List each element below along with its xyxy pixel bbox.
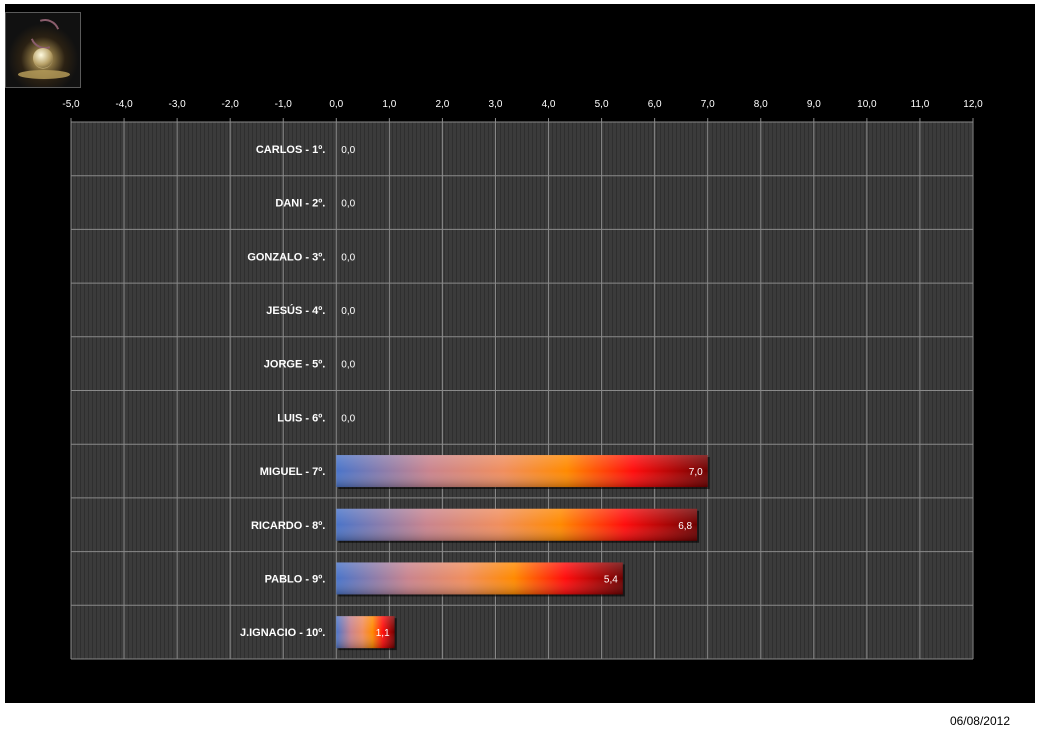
x-tick-label: 10,0 <box>857 99 877 110</box>
value-label: 5,4 <box>604 574 618 585</box>
category-label: GONZALO - 3º. <box>247 251 325 263</box>
value-label: 7,0 <box>689 467 703 478</box>
bar-highlight <box>336 562 623 595</box>
value-label: 1,1 <box>376 628 390 639</box>
x-tick-label: 3,0 <box>489 99 503 110</box>
x-tick-label: 11,0 <box>911 99 930 110</box>
x-tick-label: 7,0 <box>701 99 715 110</box>
x-tick-label: 8,0 <box>754 99 768 110</box>
value-label: 0,0 <box>341 252 355 263</box>
value-label: 0,0 <box>341 360 355 371</box>
bar-highlight <box>336 508 698 541</box>
bar-chart: -5,0 -4,0 -3,0 -2,0 -1,0 0,0 1,0 2,0 3,0 4,0 5,0 6,… <box>62 99 983 660</box>
category-label: CARLOS - 1º. <box>256 144 325 156</box>
value-label: 0,0 <box>341 306 355 317</box>
category-label: LUIS - 6º. <box>277 412 325 424</box>
x-tick-label: -4,0 <box>115 99 133 110</box>
category-label: MIGUEL - 7º. <box>260 466 326 478</box>
category-label: J.IGNACIO - 10º. <box>240 627 325 639</box>
value-label: 0,0 <box>341 413 355 424</box>
x-tick-label: 6,0 <box>648 99 662 110</box>
value-label: 0,0 <box>341 199 355 210</box>
category-label: DANI - 2º. <box>275 198 325 210</box>
value-label: 0,0 <box>341 145 355 156</box>
category-label: RICARDO - 8º. <box>251 520 325 532</box>
x-tick-label: 4,0 <box>542 99 556 110</box>
x-tick-label: -3,0 <box>169 99 187 110</box>
x-tick-label: -1,0 <box>275 99 293 110</box>
x-tick-label: -2,0 <box>222 99 240 110</box>
x-tick-label: 9,0 <box>807 99 821 110</box>
bar-highlight <box>336 455 708 488</box>
x-tick-label: 1,0 <box>382 99 396 110</box>
category-label: JESÚS - 4º. <box>266 304 325 317</box>
value-label: 6,8 <box>678 521 692 532</box>
x-tick-label: 0,0 <box>329 99 343 110</box>
category-label: PABLO - 9º. <box>265 573 326 585</box>
date-footer: 06/08/2012 <box>949 714 1010 728</box>
x-tick-label: -5,0 <box>62 99 80 110</box>
category-label: JORGE - 5º. <box>264 359 325 371</box>
x-tick-label: 5,0 <box>595 99 609 110</box>
x-tick-label: 2,0 <box>435 99 449 110</box>
x-tick-label: 12,0 <box>963 99 983 110</box>
